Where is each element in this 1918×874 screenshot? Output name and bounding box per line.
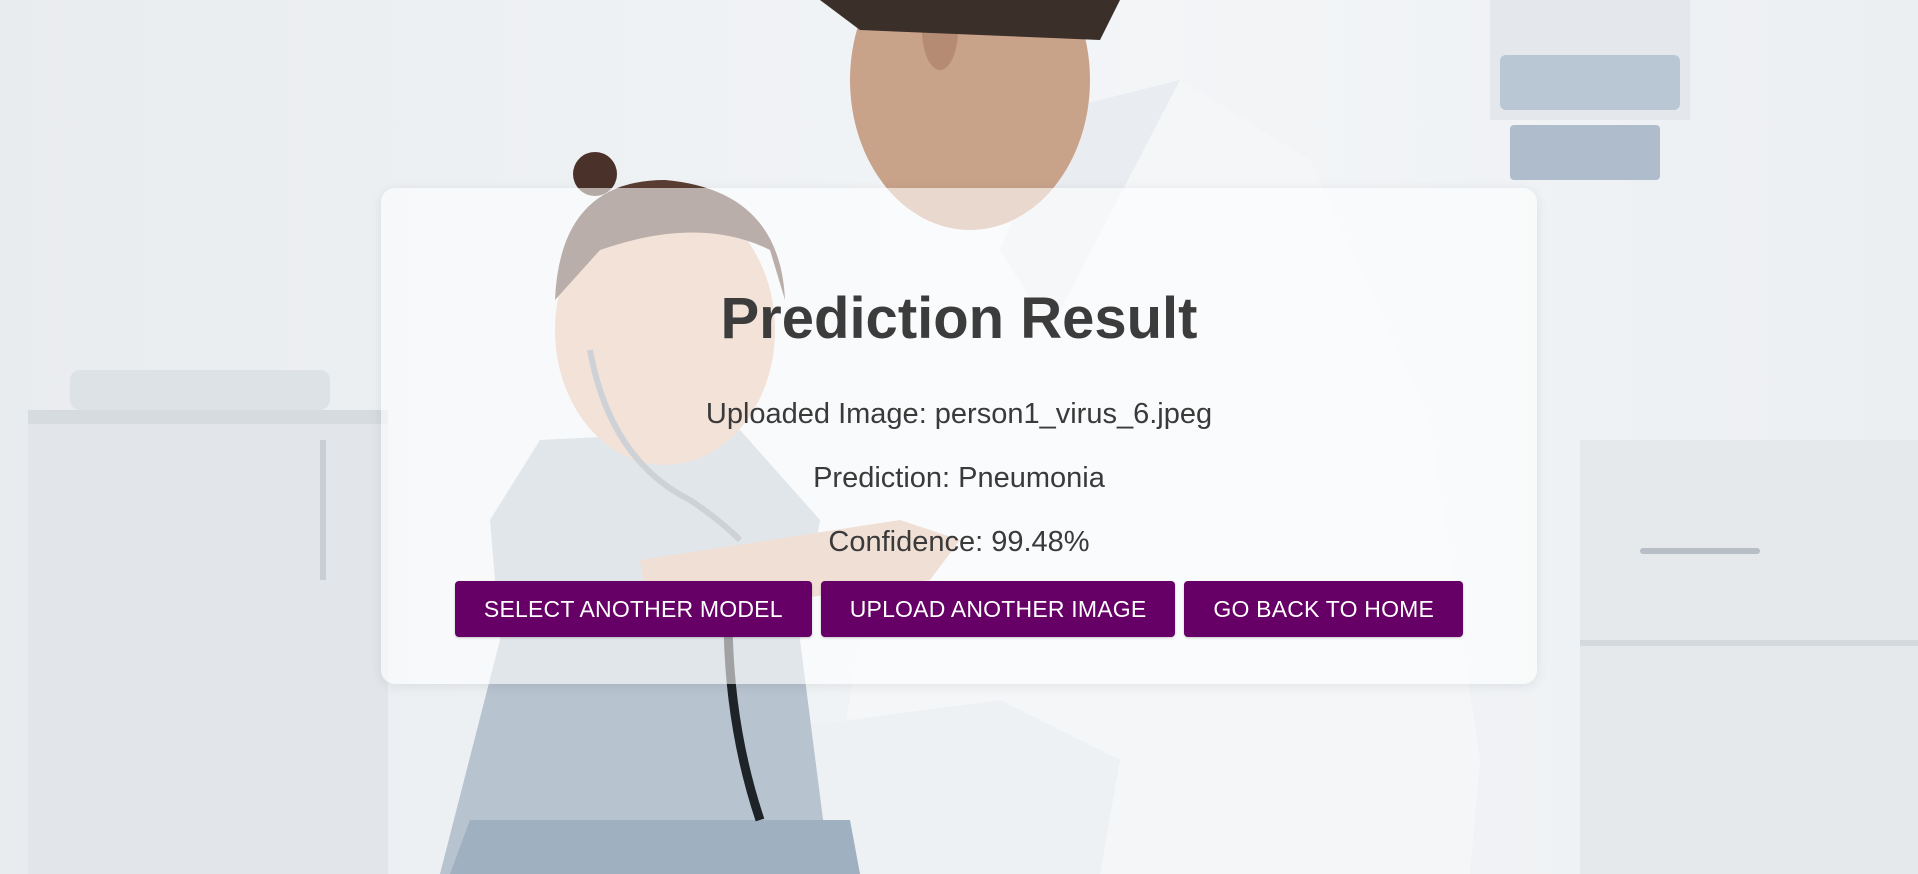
prediction-text: Prediction: Pneumonia bbox=[813, 462, 1105, 494]
confidence-text: Confidence: 99.48% bbox=[828, 526, 1090, 558]
upload-another-image-button[interactable]: UPLOAD ANOTHER IMAGE bbox=[820, 581, 1176, 637]
action-buttons: SELECT ANOTHER MODEL UPLOAD ANOTHER IMAG… bbox=[381, 581, 1537, 637]
result-card: Prediction Result Uploaded Image: person… bbox=[381, 188, 1537, 684]
select-another-model-button[interactable]: SELECT ANOTHER MODEL bbox=[454, 581, 812, 637]
page-title: Prediction Result bbox=[720, 286, 1198, 351]
go-back-home-button[interactable]: GO BACK TO HOME bbox=[1184, 581, 1464, 637]
uploaded-image-text: Uploaded Image: person1_virus_6.jpeg bbox=[705, 398, 1213, 430]
